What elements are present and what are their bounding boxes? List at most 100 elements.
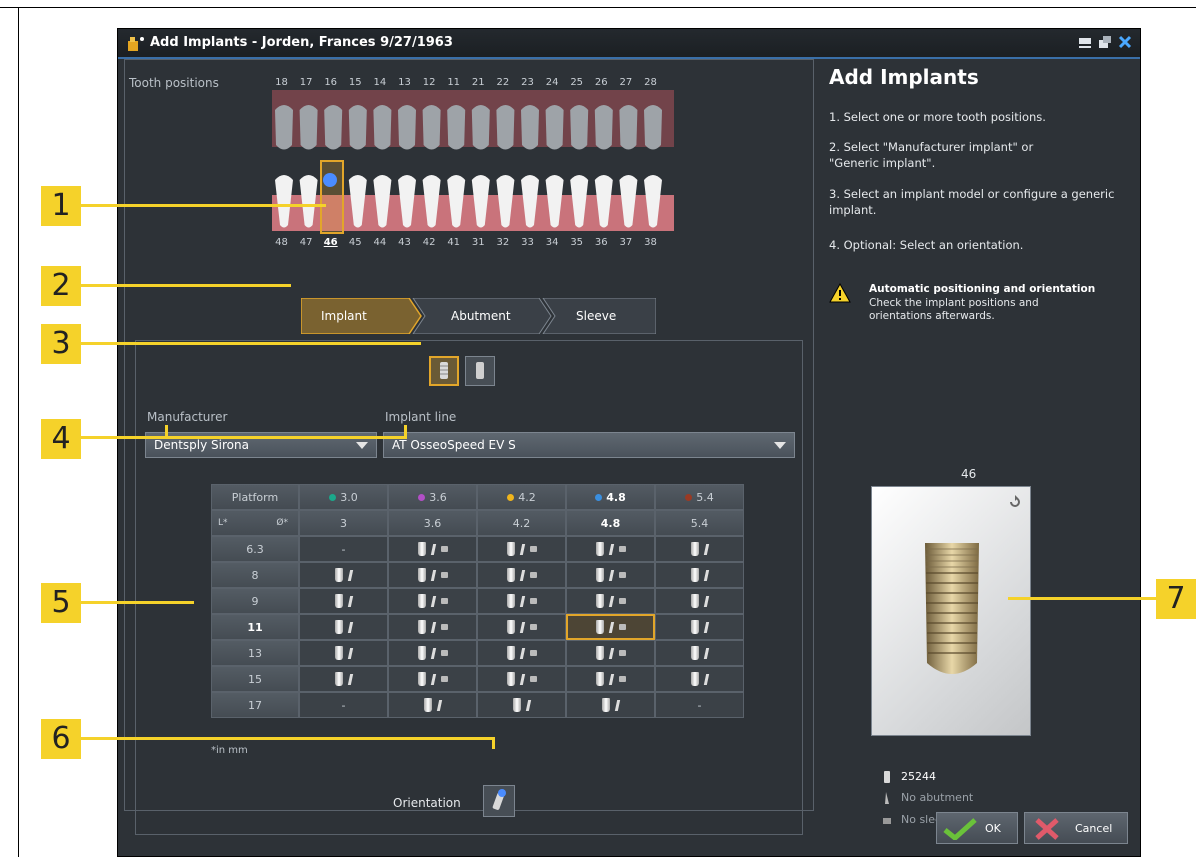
implant-size-cell[interactable]: [388, 588, 477, 614]
diameter-3.6[interactable]: 3.6: [388, 510, 477, 536]
implant-size-cell[interactable]: [566, 640, 655, 666]
implant-size-cell[interactable]: [388, 536, 477, 562]
tooth-number-11[interactable]: 11: [445, 77, 462, 88]
upper-tooth[interactable]: [447, 105, 466, 150]
implant-size-cell[interactable]: [388, 640, 477, 666]
implant-size-cell[interactable]: [299, 614, 388, 640]
implant-size-cell[interactable]: [388, 562, 477, 588]
tooth-number-38[interactable]: 38: [642, 237, 659, 248]
implant-size-cell[interactable]: [655, 640, 744, 666]
diameter-4.2[interactable]: 4.2: [477, 510, 566, 536]
tooth-number-41[interactable]: 41: [445, 237, 462, 248]
ok-button[interactable]: OK: [936, 812, 1018, 844]
implant-size-cell[interactable]: [655, 562, 744, 588]
upper-tooth[interactable]: [521, 105, 539, 150]
manufacturer-implant-toggle[interactable]: [429, 356, 459, 386]
tooth-number-16[interactable]: 16: [322, 77, 339, 88]
tooth-number-22[interactable]: 22: [494, 77, 511, 88]
implant-size-cell[interactable]: [655, 536, 744, 562]
platform-3.6[interactable]: 3.6: [388, 484, 477, 510]
upper-tooth[interactable]: [324, 105, 343, 150]
tooth-number-35[interactable]: 35: [568, 237, 585, 248]
implant-size-cell[interactable]: [388, 666, 477, 692]
implant-size-cell[interactable]: [566, 614, 655, 640]
upper-tooth[interactable]: [471, 105, 490, 150]
tooth-number-32[interactable]: 32: [494, 237, 511, 248]
generic-implant-toggle[interactable]: [465, 356, 495, 386]
upper-tooth[interactable]: [570, 105, 589, 150]
implant-size-cell[interactable]: -: [655, 692, 744, 718]
upper-tooth[interactable]: [619, 105, 638, 150]
length-17[interactable]: 17: [211, 692, 299, 718]
tooth-number-44[interactable]: 44: [371, 237, 388, 248]
implant-size-cell[interactable]: [566, 536, 655, 562]
diameter-5.4[interactable]: 5.4: [655, 510, 744, 536]
tooth-number-24[interactable]: 24: [544, 77, 561, 88]
tooth-number-42[interactable]: 42: [421, 237, 438, 248]
upper-tooth[interactable]: [373, 105, 392, 150]
implant-3d-preview[interactable]: [871, 486, 1031, 736]
implant-size-cell[interactable]: [566, 692, 655, 718]
tooth-number-13[interactable]: 13: [396, 77, 413, 88]
tab-abutment[interactable]: Abutment: [451, 309, 511, 323]
upper-tooth[interactable]: [422, 105, 441, 150]
tooth-number-37[interactable]: 37: [617, 237, 634, 248]
tooth-number-27[interactable]: 27: [617, 77, 634, 88]
implant-size-cell[interactable]: [299, 666, 388, 692]
tooth-number-34[interactable]: 34: [544, 237, 561, 248]
tooth-number-28[interactable]: 28: [642, 77, 659, 88]
platform-4.8[interactable]: 4.8: [566, 484, 655, 510]
tooth-number-33[interactable]: 33: [519, 237, 536, 248]
implant-size-cell[interactable]: [655, 588, 744, 614]
implant-size-cell[interactable]: [477, 562, 566, 588]
close-button[interactable]: [1118, 35, 1132, 49]
upper-tooth[interactable]: [496, 105, 515, 150]
tab-implant[interactable]: Implant: [321, 309, 367, 323]
implant-size-cell[interactable]: [299, 640, 388, 666]
implant-size-cell[interactable]: [477, 666, 566, 692]
implant-size-cell[interactable]: [566, 666, 655, 692]
tooth-number-26[interactable]: 26: [593, 77, 610, 88]
tooth-number-45[interactable]: 45: [347, 237, 364, 248]
implant-size-cell[interactable]: -: [299, 692, 388, 718]
upper-tooth[interactable]: [594, 105, 613, 150]
tooth-number-46[interactable]: 46: [322, 237, 339, 248]
implant-size-cell[interactable]: [477, 536, 566, 562]
tooth-number-18[interactable]: 18: [273, 77, 290, 88]
length-11[interactable]: 11: [211, 614, 299, 640]
upper-tooth[interactable]: [299, 105, 318, 150]
tooth-number-25[interactable]: 25: [568, 77, 585, 88]
cancel-button[interactable]: Cancel: [1024, 812, 1128, 844]
platform-3.0[interactable]: 3.0: [299, 484, 388, 510]
upper-tooth[interactable]: [275, 105, 293, 150]
diameter-3[interactable]: 3: [299, 510, 388, 536]
implant-size-cell[interactable]: [477, 692, 566, 718]
length-13[interactable]: 13: [211, 640, 299, 666]
implant-size-cell[interactable]: [566, 562, 655, 588]
upper-tooth[interactable]: [398, 105, 416, 150]
length-15[interactable]: 15: [211, 666, 299, 692]
implant-size-cell[interactable]: [388, 692, 477, 718]
implant-size-cell[interactable]: [477, 640, 566, 666]
implant-size-cell[interactable]: [566, 588, 655, 614]
upper-tooth[interactable]: [545, 105, 564, 150]
tooth-number-47[interactable]: 47: [298, 237, 315, 248]
tooth-number-36[interactable]: 36: [593, 237, 610, 248]
implant-size-cell[interactable]: [299, 588, 388, 614]
length-6.3[interactable]: 6.3: [211, 536, 299, 562]
tooth-number-21[interactable]: 21: [470, 77, 487, 88]
diameter-4.8[interactable]: 4.8: [566, 510, 655, 536]
tooth-number-12[interactable]: 12: [421, 77, 438, 88]
platform-5.4[interactable]: 5.4: [655, 484, 744, 510]
orientation-button[interactable]: [483, 785, 515, 817]
tooth-number-43[interactable]: 43: [396, 237, 413, 248]
tooth-number-14[interactable]: 14: [371, 77, 388, 88]
implant-size-cell[interactable]: [655, 666, 744, 692]
upper-tooth[interactable]: [348, 105, 367, 150]
platform-4.2[interactable]: 4.2: [477, 484, 566, 510]
tab-sleeve[interactable]: Sleeve: [576, 309, 616, 323]
restore-button[interactable]: [1098, 35, 1112, 49]
tooth-number-15[interactable]: 15: [347, 77, 364, 88]
tooth-number-17[interactable]: 17: [298, 77, 315, 88]
rotate-icon[interactable]: [1008, 495, 1022, 509]
